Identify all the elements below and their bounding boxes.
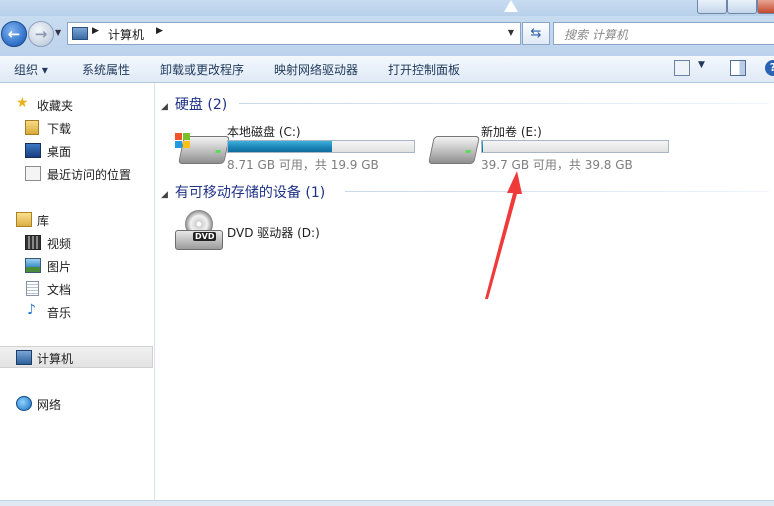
nav-item-desktop[interactable]: 桌面 bbox=[0, 140, 154, 160]
video-icon bbox=[25, 235, 41, 250]
group-header-removable[interactable]: ◢ 有可移动存储的设备 (1) bbox=[161, 182, 325, 202]
group-divider bbox=[239, 103, 769, 104]
breadcrumb-computer[interactable]: 计算机 bbox=[108, 26, 144, 43]
group-title: 有可移动存储的设备 (1) bbox=[174, 185, 326, 201]
desktop-icon bbox=[25, 143, 41, 158]
drive-usage-bar bbox=[227, 140, 415, 153]
dvd-label: DVD bbox=[193, 232, 217, 241]
maximize-button[interactable] bbox=[727, 0, 757, 14]
help-icon[interactable]: ? bbox=[765, 60, 774, 76]
nav-item-favorites[interactable]: ★ 收藏夹 bbox=[0, 94, 154, 114]
nav-label: 网络 bbox=[37, 398, 62, 412]
back-arrow-icon: ← bbox=[7, 25, 21, 43]
computer-icon bbox=[72, 27, 88, 40]
address-dropdown-icon[interactable]: ▼ bbox=[508, 28, 514, 37]
nav-label: 文档 bbox=[47, 283, 72, 297]
command-bar: 组织 ▾ 系统属性 卸载或更改程序 映射网络驱动器 打开控制面板 ▼ ? bbox=[0, 56, 774, 83]
details-pane-edge bbox=[0, 500, 774, 506]
group-title: 硬盘 (2) bbox=[174, 97, 228, 113]
organize-button[interactable]: 组织 ▾ bbox=[14, 61, 48, 78]
drive-name: 新加卷 (E:) bbox=[481, 125, 542, 139]
open-control-panel-button[interactable]: 打开控制面板 bbox=[388, 61, 460, 78]
nav-label: 图片 bbox=[47, 260, 72, 274]
group-header-hard-disks[interactable]: ◢ 硬盘 (2) bbox=[161, 94, 227, 114]
refresh-button[interactable]: ⇆ bbox=[522, 22, 550, 45]
music-note-icon: ♪ bbox=[27, 302, 36, 318]
recent-places-icon bbox=[25, 166, 41, 181]
computer-icon bbox=[16, 350, 32, 365]
hard-disk-icon bbox=[428, 136, 480, 164]
preview-pane-icon[interactable] bbox=[730, 60, 746, 76]
breadcrumb-chevron-icon[interactable]: ▶ bbox=[92, 26, 99, 36]
library-folder-icon bbox=[16, 212, 32, 227]
document-icon bbox=[26, 281, 39, 296]
drive-c[interactable]: 本地磁盘 (C:) 8.71 GB 可用，共 19.9 GB bbox=[175, 123, 415, 172]
network-globe-icon bbox=[16, 396, 32, 411]
map-network-drive-button[interactable]: 映射网络驱动器 bbox=[274, 61, 358, 78]
content-pane: ◢ 硬盘 (2) 本地磁盘 (C:) 8.71 GB 可用，共 19.9 GB 新… bbox=[155, 83, 774, 500]
pictures-icon bbox=[25, 258, 41, 273]
nav-item-downloads[interactable]: 下载 bbox=[0, 117, 154, 137]
forward-arrow-icon: → bbox=[34, 25, 48, 43]
nav-item-pictures[interactable]: 图片 bbox=[0, 255, 154, 275]
drive-name: DVD 驱动器 (D:) bbox=[227, 226, 320, 240]
refresh-icon: ⇆ bbox=[530, 26, 542, 41]
view-dropdown-icon[interactable]: ▼ bbox=[698, 60, 705, 70]
nav-item-videos[interactable]: 视频 bbox=[0, 232, 154, 252]
recent-pages-dropdown-icon[interactable]: ▼ bbox=[55, 28, 61, 37]
annotation-arrow bbox=[485, 171, 522, 299]
nav-label: 下载 bbox=[47, 122, 72, 136]
windows-logo-icon bbox=[175, 133, 191, 149]
drive-name: 本地磁盘 (C:) bbox=[227, 125, 301, 139]
nav-label: 收藏夹 bbox=[37, 99, 74, 113]
nav-label: 库 bbox=[37, 214, 50, 228]
nav-item-recent-places[interactable]: 最近访问的位置 bbox=[0, 163, 154, 183]
nav-label: 桌面 bbox=[47, 145, 72, 159]
star-icon: ★ bbox=[16, 95, 29, 111]
mouse-cursor-icon bbox=[504, 0, 518, 12]
nav-item-music[interactable]: ♪ 音乐 bbox=[0, 301, 154, 321]
drive-usage-fill bbox=[482, 141, 483, 152]
nav-label: 音乐 bbox=[47, 306, 72, 320]
change-view-icon[interactable] bbox=[674, 60, 690, 76]
downloads-folder-icon bbox=[25, 120, 39, 135]
nav-label: 视频 bbox=[47, 237, 72, 251]
drive-d-dvd[interactable]: DVD DVD 驱动器 (D:) bbox=[175, 210, 355, 254]
search-placeholder: 搜索 计算机 bbox=[564, 28, 628, 42]
collapse-triangle-icon[interactable]: ◢ bbox=[161, 102, 168, 112]
system-properties-button[interactable]: 系统属性 bbox=[82, 61, 130, 78]
nav-item-documents[interactable]: 文档 bbox=[0, 278, 154, 298]
drive-usage-fill bbox=[228, 141, 333, 152]
search-input[interactable]: 搜索 计算机 bbox=[553, 22, 774, 45]
window-title-bar bbox=[0, 0, 774, 16]
back-button[interactable]: ← bbox=[1, 21, 27, 47]
breadcrumb-chevron-icon[interactable]: ▶ bbox=[156, 26, 163, 36]
drive-usage-bar bbox=[481, 140, 669, 153]
forward-button[interactable]: → bbox=[28, 21, 54, 47]
drive-e[interactable]: 新加卷 (E:) 39.7 GB 可用，共 39.8 GB bbox=[427, 123, 677, 172]
navigation-pane: ★ 收藏夹 下载 桌面 最近访问的位置 库 视频 图片 文档 ♪ 音乐 计算机 … bbox=[0, 83, 155, 500]
minimize-button[interactable] bbox=[697, 0, 727, 14]
close-button[interactable] bbox=[757, 0, 774, 14]
nav-item-network[interactable]: 网络 bbox=[0, 393, 154, 413]
uninstall-program-button[interactable]: 卸载或更改程序 bbox=[160, 61, 244, 78]
nav-item-computer[interactable]: 计算机 bbox=[0, 346, 153, 368]
address-bar[interactable]: ▶ 计算机 ▶ ▼ bbox=[67, 22, 521, 45]
group-divider bbox=[345, 191, 769, 192]
nav-item-libraries[interactable]: 库 bbox=[0, 209, 154, 229]
address-row: ← → ▼ ▶ 计算机 ▶ ▼ ⇆ 搜索 计算机 bbox=[0, 16, 774, 56]
drive-free-space: 8.71 GB 可用，共 19.9 GB bbox=[227, 158, 379, 172]
collapse-triangle-icon[interactable]: ◢ bbox=[161, 190, 168, 200]
nav-label: 最近访问的位置 bbox=[47, 168, 132, 182]
nav-label: 计算机 bbox=[37, 352, 74, 366]
